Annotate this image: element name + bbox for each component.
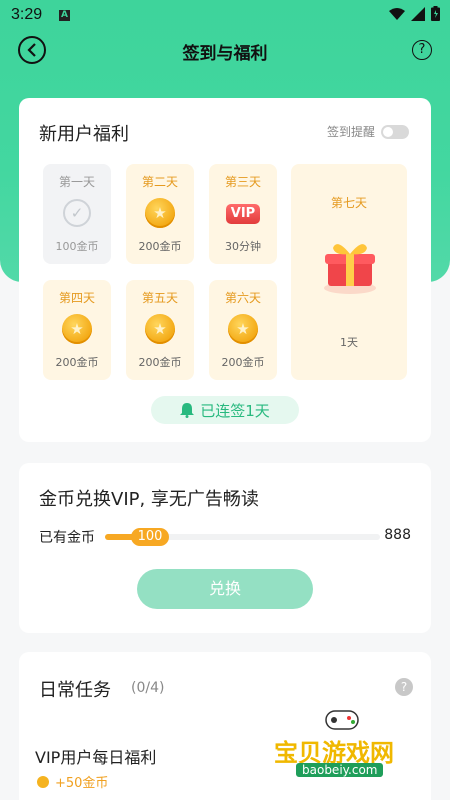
- day-4-label: 第四天: [58, 291, 95, 305]
- day-2-label: 第二天: [141, 175, 178, 189]
- streak-badge: 已连签1天: [151, 396, 299, 424]
- coin-icon: ★: [145, 198, 175, 228]
- day-4-card[interactable]: 第四天 ★ 200金币: [43, 280, 111, 380]
- page-title: 签到与福利: [182, 44, 268, 64]
- reminder-toggle[interactable]: [381, 124, 409, 139]
- vip-icon: VIP: [226, 198, 260, 228]
- signin-reminder: 签到提醒: [327, 123, 409, 140]
- reminder-label: 签到提醒: [326, 125, 375, 139]
- day-1-reward: 100金币: [55, 240, 99, 253]
- status-time: 3:29: [11, 6, 43, 23]
- gamepad-icon: [325, 710, 359, 730]
- tasks-count: (0/4): [131, 680, 165, 696]
- top-nav: 签到与福利 ?: [0, 30, 450, 70]
- help-icon[interactable]: ?: [412, 40, 432, 60]
- wifi-icon: [389, 7, 405, 20]
- exchange-button[interactable]: 兑换: [137, 569, 313, 609]
- day-2-reward: 200金币: [138, 240, 182, 253]
- day-6-reward: 200金币: [221, 356, 265, 369]
- coin-icon: [37, 775, 49, 788]
- coin-icon: ★: [62, 314, 92, 344]
- day-3-label: 第三天: [224, 175, 261, 189]
- signin-title: 新用户福利: [39, 124, 129, 145]
- coin-icon: ★: [228, 314, 258, 344]
- day-3-reward: 30分钟: [225, 240, 261, 253]
- coin-progress-bar: 100: [105, 528, 380, 546]
- exchange-title: 金币兑换VIP, 享无广告畅读: [39, 489, 259, 510]
- day-1-label: 第一天: [58, 175, 95, 189]
- day-5-reward: 200金币: [138, 356, 182, 369]
- day-6-card[interactable]: 第六天 ★ 200金币: [209, 280, 277, 380]
- watermark-logo: 宝贝游戏网 baobeiy.com: [272, 703, 422, 783]
- day-7-card[interactable]: 第七天 1天: [291, 164, 407, 380]
- signin-card: 新用户福利 签到提醒 第一天 ✓ 100金币 第二天 ★ 200金币 第三天 V…: [19, 98, 431, 442]
- coin-balance-label: 已有金币: [39, 530, 95, 546]
- day-7-label: 第七天: [330, 196, 367, 210]
- day-1-card[interactable]: 第一天 ✓ 100金币: [43, 164, 111, 264]
- coin-balance-value: 100: [131, 528, 169, 546]
- exchange-card: 金币兑换VIP, 享无广告畅读 已有金币 100 888 兑换: [19, 463, 431, 633]
- signal-icon: [411, 6, 425, 21]
- battery-icon: [431, 6, 440, 21]
- day-3-card[interactable]: 第三天 VIP 30分钟: [209, 164, 277, 264]
- gift-icon: [324, 244, 376, 294]
- day-5-label: 第五天: [141, 291, 178, 305]
- task-item-reward: +50金币: [37, 772, 108, 791]
- status-bar: 3:29 A: [0, 0, 450, 30]
- streak-text: 已连签1天: [200, 401, 270, 420]
- tasks-title: 日常任务: [39, 680, 111, 701]
- check-icon: ✓: [62, 198, 92, 228]
- task-reward-text: +50金币: [55, 776, 109, 791]
- status-icons: [389, 6, 440, 21]
- day-7-reward: 1天: [340, 336, 358, 349]
- day-6-label: 第六天: [224, 291, 261, 305]
- day-4-reward: 200金币: [55, 356, 99, 369]
- task-item-name: VIP用户每日福利: [35, 748, 157, 767]
- bell-icon: [180, 403, 195, 418]
- day-5-card[interactable]: 第五天 ★ 200金币: [126, 280, 194, 380]
- notification-icon: A: [59, 10, 70, 21]
- coin-icon: ★: [145, 314, 175, 344]
- coin-target-value: 888: [384, 527, 411, 543]
- help-icon[interactable]: ?: [395, 678, 413, 696]
- watermark-url: baobeiy.com: [296, 763, 384, 777]
- day-2-card[interactable]: 第二天 ★ 200金币: [126, 164, 194, 264]
